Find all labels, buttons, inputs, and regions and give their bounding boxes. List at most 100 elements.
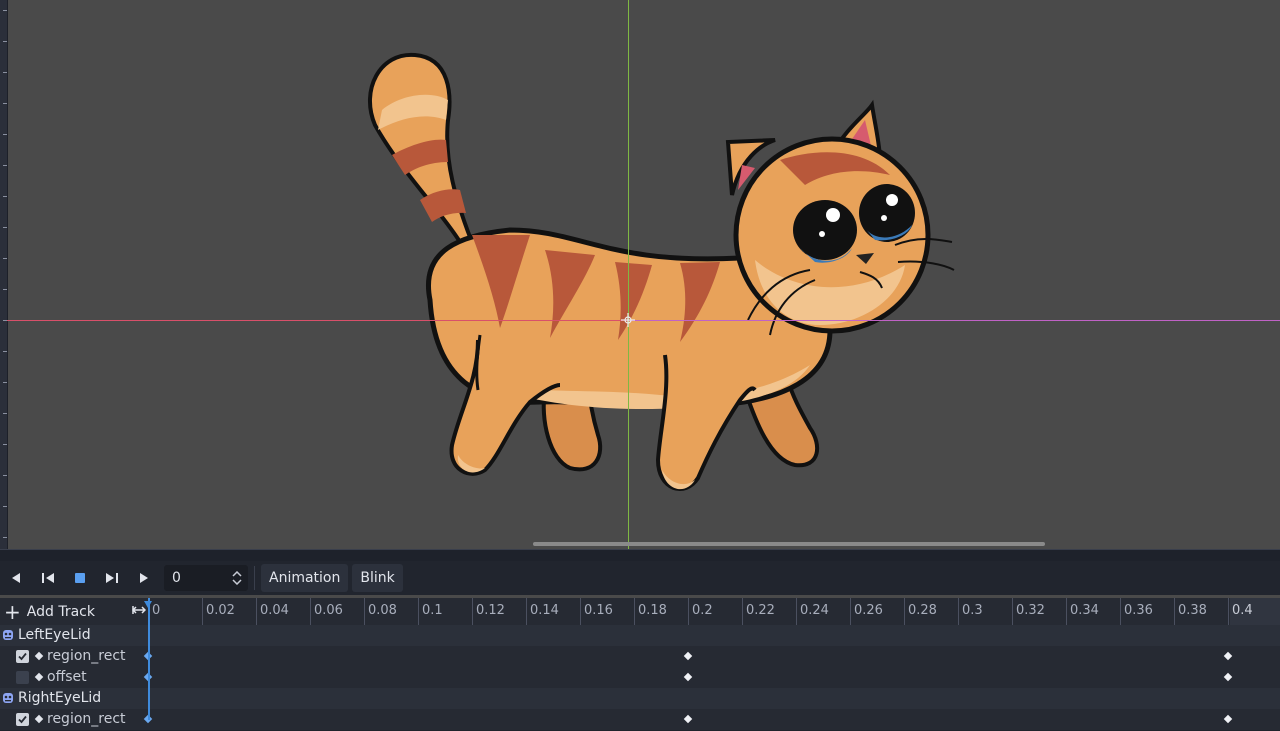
play-backwards-button[interactable]: [0, 564, 32, 592]
spin-arrows-icon[interactable]: [232, 571, 242, 585]
keyframe[interactable]: [683, 672, 693, 682]
ruler-tick: [3, 475, 7, 476]
play-button[interactable]: [128, 564, 160, 592]
toolbar-separator: [254, 566, 255, 590]
ruler-tick: [3, 134, 7, 135]
track-enable-checkbox[interactable]: [16, 650, 29, 663]
ruler-label: 0.14: [530, 603, 559, 618]
y-axis-line: [628, 0, 629, 549]
ruler-tick: [3, 165, 7, 166]
keyframe[interactable]: [683, 651, 693, 661]
ruler-label: 0.34: [1070, 603, 1099, 618]
ruler-tick: [3, 103, 7, 104]
add-track-label: Add Track: [26, 604, 95, 620]
track-group-label: RightEyeLid: [18, 690, 102, 706]
add-track-button[interactable]: + Add Track: [4, 600, 95, 624]
ruler-tick: [688, 598, 689, 625]
ruler-label: 0.1: [422, 603, 443, 618]
step-forward-icon: [106, 573, 118, 583]
stop-button[interactable]: [64, 564, 96, 592]
ruler-tick: [3, 196, 7, 197]
sprite-node-icon: [3, 630, 13, 640]
pivot-icon[interactable]: [621, 313, 635, 327]
animation-selector[interactable]: Blink: [352, 564, 403, 592]
ruler-label: 0: [152, 603, 161, 618]
ruler-tick: [1012, 598, 1013, 625]
animation-toolbar: 0 Animation Blink: [0, 561, 1280, 595]
ruler-tick: [526, 598, 527, 625]
property-track-icon: [34, 651, 44, 661]
ruler-tick: [3, 537, 7, 538]
ruler-tick: [3, 382, 7, 383]
track-row[interactable]: region_rect: [0, 709, 1280, 731]
ruler-tick: [742, 598, 743, 625]
ruler-label: 0.24: [800, 603, 829, 618]
step-back-button[interactable]: [32, 564, 64, 592]
keyframe[interactable]: [1223, 672, 1233, 682]
ruler-tick: [904, 598, 905, 625]
ruler-tick: [364, 598, 365, 625]
keyframe[interactable]: [1223, 651, 1233, 661]
ruler-tick: [3, 72, 7, 73]
ruler-label: 0.36: [1124, 603, 1153, 618]
ruler-tick: [1228, 598, 1229, 625]
canvas-viewport[interactable]: [0, 0, 1280, 549]
keyframe[interactable]: [683, 714, 693, 724]
timeline-ruler[interactable]: 0 0.02 0.04 0.06 0.08 0.1 0.12 0.14 0.16 0.18 0.2 0…: [148, 598, 1280, 625]
ruler-label: 0.08: [368, 603, 397, 618]
ruler-tick: [202, 598, 203, 625]
time-value: 0: [172, 570, 181, 586]
ruler-label: 0.32: [1016, 603, 1045, 618]
ruler-tick: [1066, 598, 1067, 625]
vertical-ruler: [0, 0, 8, 549]
ruler-label: 0.04: [260, 603, 289, 618]
playhead[interactable]: [148, 598, 150, 720]
ruler-label: 0.18: [638, 603, 667, 618]
ruler-tick: [3, 258, 7, 259]
track-editor: + Add Track 0 0.02 0.04 0.06 0.08 0.1 0.12 0.14…: [0, 598, 1280, 731]
x-axis-line-positive: [628, 320, 1280, 321]
track-group-label: LeftEyeLid: [18, 627, 91, 643]
sprite-node-icon: [3, 693, 13, 703]
property-track-icon: [34, 714, 44, 724]
time-spinbox[interactable]: 0: [164, 565, 248, 591]
ruler-tick: [418, 598, 419, 625]
ruler-tick: [3, 351, 7, 352]
ruler-label: 0.12: [476, 603, 505, 618]
plus-icon: +: [4, 600, 21, 624]
track-property-label: region_rect: [47, 711, 126, 727]
ruler-tick: [796, 598, 797, 625]
checkmark-icon: [18, 652, 27, 661]
track-property-label: offset: [47, 669, 87, 685]
step-back-icon: [42, 573, 54, 583]
horizontal-scrollbar[interactable]: [533, 542, 1045, 546]
ruler-tick: [3, 444, 7, 445]
ruler-tick: [256, 598, 257, 625]
track-enable-checkbox[interactable]: [16, 671, 29, 684]
ruler-tick: [3, 41, 7, 42]
track-group[interactable]: LeftEyeLid: [0, 625, 1280, 647]
track-row[interactable]: region_rect: [0, 646, 1280, 668]
keyframe[interactable]: [1223, 714, 1233, 724]
ruler-tick: [3, 289, 7, 290]
cat-sprite[interactable]: [360, 50, 960, 500]
ruler-label: 0.06: [314, 603, 343, 618]
ruler-label: 0.22: [746, 603, 775, 618]
ruler-tick: [310, 598, 311, 625]
track-row[interactable]: offset: [0, 667, 1280, 689]
ruler-tick: [958, 598, 959, 625]
play-icon: [140, 573, 148, 583]
ruler-label: 0.28: [908, 603, 937, 618]
play-backwards-icon: [12, 573, 20, 583]
ruler-tick: [3, 413, 7, 414]
track-group[interactable]: RightEyeLid: [0, 688, 1280, 710]
timeline-header: + Add Track 0 0.02 0.04 0.06 0.08 0.1 0.12 0.14…: [0, 598, 1280, 626]
ruler-label: 0.16: [584, 603, 613, 618]
ruler-tick: [3, 10, 7, 11]
stop-icon: [75, 573, 85, 583]
ruler-tick: [634, 598, 635, 625]
track-property-label: region_rect: [47, 648, 126, 664]
animation-menu-button[interactable]: Animation: [261, 564, 349, 592]
ruler-label: 0.02: [206, 603, 235, 618]
step-forward-button[interactable]: [96, 564, 128, 592]
